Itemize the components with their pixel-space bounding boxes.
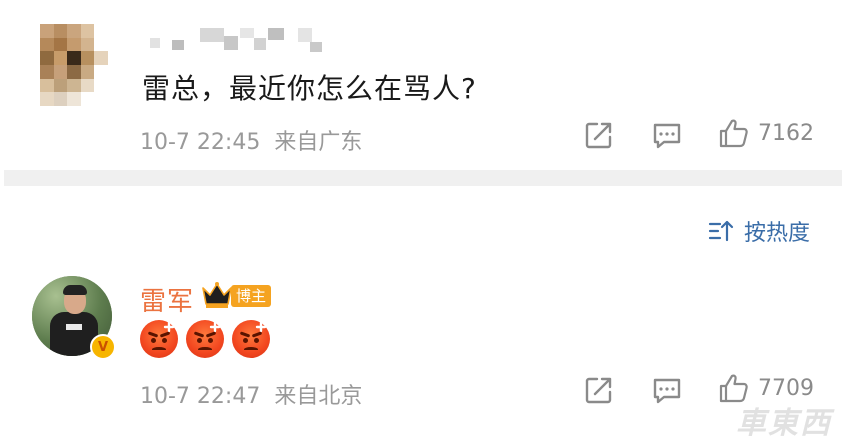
like-button[interactable]: 7162: [718, 117, 814, 149]
emoji-row: [140, 320, 270, 358]
reply-button[interactable]: [652, 121, 682, 151]
share-button[interactable]: [584, 375, 614, 405]
angry-emoji-icon: [232, 320, 270, 358]
blogger-badge: 博主: [231, 285, 272, 307]
comment-thread: 雷总，最近你怎么在骂人? 10-7 22:45 来自广东 7162 按热度 V …: [0, 0, 850, 444]
author-name[interactable]: 雷军: [140, 281, 194, 318]
comment-location: 来自广东: [274, 130, 363, 155]
comment-meta: 10-7 22:45 来自广东: [140, 124, 362, 156]
share-icon: [585, 122, 612, 149]
comment-text: 雷总，最近你怎么在骂人?: [142, 72, 477, 105]
sort-label: 按热度: [744, 221, 811, 246]
crown-icon: [202, 282, 232, 308]
sort-icon: [708, 220, 734, 242]
like-count: 7162: [758, 120, 814, 146]
sort-by-hot-button[interactable]: 按热度: [708, 215, 810, 247]
comment-time: 10-7 22:45: [140, 130, 261, 155]
share-icon: [585, 377, 612, 404]
commenter-avatar-pixelated[interactable]: [40, 24, 108, 106]
commenter-name-masked[interactable]: [150, 28, 330, 52]
comment-icon: [653, 123, 681, 149]
verified-badge: V: [90, 334, 116, 360]
angry-emoji-icon: [140, 320, 178, 358]
comment-meta: 10-7 22:47 来自北京: [140, 378, 362, 410]
watermark-logo: 車東西: [736, 406, 832, 441]
section-divider: [4, 170, 842, 186]
thumbs-up-icon: [719, 119, 748, 148]
angry-emoji-icon: [186, 320, 224, 358]
reply-button[interactable]: [652, 376, 682, 406]
comment-time: 10-7 22:47: [140, 384, 261, 409]
comment-icon: [653, 378, 681, 404]
share-button[interactable]: [584, 120, 614, 150]
comment-location: 来自北京: [274, 384, 363, 409]
like-count: 7709: [758, 375, 814, 401]
